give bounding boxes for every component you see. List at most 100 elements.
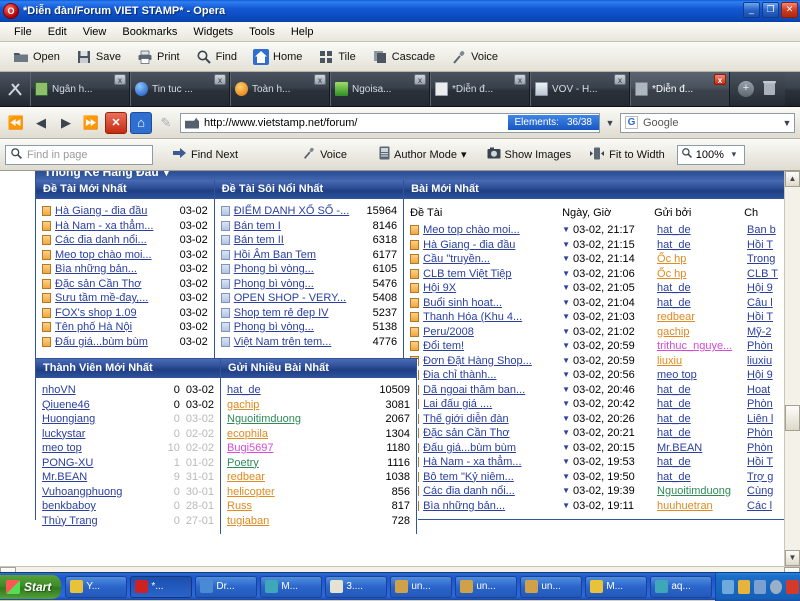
tab-tools-icon[interactable] [0, 72, 30, 106]
list-item[interactable]: Tên phố Hà Nội03-02 [42, 320, 208, 335]
voice-button[interactable]: Voice [296, 143, 353, 166]
expand-arrow-icon[interactable]: ▼ [562, 354, 570, 369]
table-row[interactable]: Hà Giang - đia đầu▼03-02, 21:15hat_deHồi… [410, 238, 778, 253]
post-author-link[interactable]: Ốc hp [657, 267, 747, 282]
expand-arrow-icon[interactable]: ▼ [562, 325, 570, 340]
scroll-thumb[interactable] [785, 405, 800, 431]
post-forum-link[interactable]: Hoat [747, 383, 770, 398]
cascade-button[interactable]: Cascade [365, 46, 442, 68]
topic-link[interactable]: Hà Nam - xa thẳm... [55, 219, 153, 234]
post-topic-link[interactable]: Cầu "truyền... [423, 252, 562, 267]
expand-arrow-icon[interactable]: ▼ [562, 238, 570, 253]
post-author-link[interactable]: hat_de [657, 296, 747, 311]
list-item[interactable]: Mr.BEAN931-01 [42, 470, 214, 485]
taskbar-button[interactable]: un... [390, 576, 452, 598]
expand-arrow-icon[interactable]: ▼ [562, 223, 570, 238]
open-button[interactable]: Open [6, 46, 67, 68]
tab-close-icon[interactable]: x [314, 74, 326, 85]
taskbar-button[interactable]: un... [455, 576, 517, 598]
table-row[interactable]: Đấu giá...bùm bùm▼03-02, 20:15Mr.BEANPhò… [410, 441, 778, 456]
post-topic-link[interactable]: Hà Giang - đia đầu [423, 238, 562, 253]
taskbar-button[interactable]: un... [520, 576, 582, 598]
maximize-button[interactable]: ❐ [762, 2, 779, 18]
post-forum-link[interactable]: Cùng [747, 484, 773, 499]
table-row[interactable]: Các đia danh nổi...▼03-02, 19:39Nguoitim… [410, 484, 778, 499]
list-item[interactable]: Nguoitimduong2067 [227, 412, 410, 427]
expand-arrow-icon[interactable]: ▼ [562, 383, 570, 398]
list-item[interactable]: Bìa những bản...03-02 [42, 262, 208, 277]
topic-link[interactable]: Bìa những bản... [55, 262, 137, 277]
expand-arrow-icon[interactable]: ▼ [562, 267, 570, 282]
expand-arrow-icon[interactable]: ▼ [562, 426, 570, 441]
list-item[interactable]: Meo top chào moi...03-02 [42, 248, 208, 263]
forward-button[interactable]: ▶ [55, 112, 77, 134]
poster-link[interactable]: Poetry [227, 456, 259, 471]
table-row[interactable]: Buổi sinh hoat...▼03-02, 21:04hat_deCâu … [410, 296, 778, 311]
expand-arrow-icon[interactable]: ▼ [562, 455, 570, 470]
post-author-link[interactable]: hat_de [657, 238, 747, 253]
poster-link[interactable]: Nguoitimduong [227, 412, 301, 427]
topic-link[interactable]: Sưu tầm mề-đay,... [55, 291, 148, 306]
post-forum-link[interactable]: Phòn [747, 426, 773, 441]
taskbar-button[interactable]: *... [130, 576, 192, 598]
topic-link[interactable]: ĐIỂM DANH XỔ SỐ -... [234, 204, 350, 219]
post-forum-link[interactable]: Phòn [747, 441, 773, 456]
post-author-link[interactable]: hat_de [657, 412, 747, 427]
list-item[interactable]: Đặc sản Cần Thơ03-02 [42, 277, 208, 292]
topic-link[interactable]: FOX's shop 1.09 [55, 306, 137, 321]
post-author-link[interactable]: meo top [657, 368, 747, 383]
post-author-link[interactable]: hat_de [657, 470, 747, 485]
page-vertical-scrollbar[interactable]: ▲ ▼ [784, 171, 800, 566]
network-icon[interactable] [722, 580, 734, 594]
trash-icon[interactable] [762, 79, 777, 99]
list-item[interactable]: Phong bì vòng...5138 [221, 320, 397, 335]
post-author-link[interactable]: hat_de [657, 383, 747, 398]
list-item[interactable]: redbear1038 [227, 470, 410, 485]
table-row[interactable]: Cầu "truyền...▼03-02, 21:14Ốc hpTrong [410, 252, 778, 267]
stop-button[interactable]: ✕ [105, 112, 127, 134]
post-forum-link[interactable]: Phòn [747, 397, 773, 412]
post-author-link[interactable]: liuxiu [657, 354, 747, 369]
list-item[interactable]: benkbaboy028-01 [42, 499, 214, 514]
member-link[interactable]: PONG-XU [42, 456, 93, 471]
post-topic-link[interactable]: Đổi tem! [423, 339, 562, 354]
topic-link[interactable]: Phong bì vòng... [234, 320, 314, 335]
list-item[interactable]: Thùy Trang027-01 [42, 514, 214, 529]
start-button[interactable]: Start [0, 575, 61, 599]
expand-arrow-icon[interactable]: ▼ [562, 281, 570, 296]
topic-link[interactable]: Bán tem II [234, 233, 284, 248]
close-button[interactable]: ✕ [781, 2, 798, 18]
post-topic-link[interactable]: Thanh Hóa (Khu 4... [423, 310, 562, 325]
post-author-link[interactable]: Mr.BEAN [657, 441, 747, 456]
menu-item-edit[interactable]: Edit [40, 24, 75, 40]
member-link[interactable]: nhoVN [42, 383, 76, 398]
table-row[interactable]: Dã ngoai thăm ban...▼03-02, 20:46hat_deH… [410, 383, 778, 398]
list-item[interactable]: gachip3081 [227, 398, 410, 413]
list-item[interactable]: nhoVN003-02 [42, 383, 214, 398]
edit-icon[interactable]: ✎ [155, 112, 177, 134]
post-topic-link[interactable]: Các đia danh nổi... [423, 484, 562, 499]
scroll-up-button[interactable]: ▲ [785, 171, 800, 187]
post-forum-link[interactable]: Hồi T [747, 310, 773, 325]
post-topic-link[interactable]: Đặc sản Cần Thơ [423, 426, 562, 441]
post-author-link[interactable]: hat_de [657, 223, 747, 238]
topic-link[interactable]: OPEN SHOP - VERY... [234, 291, 347, 306]
post-forum-link[interactable]: Trong [747, 252, 775, 267]
topic-link[interactable]: Phong bì vòng... [234, 262, 314, 277]
post-author-link[interactable]: huuhuetran [657, 499, 747, 514]
list-item[interactable]: Russ817 [227, 499, 410, 514]
tab-2[interactable]: Toàn h... x [230, 72, 330, 106]
url-dropdown-icon[interactable]: ▼ [603, 118, 617, 128]
table-row[interactable]: Meo top chào moi...▼03-02, 21:17hat_deBa… [410, 223, 778, 238]
tab-close-icon[interactable]: x [114, 74, 126, 85]
post-forum-link[interactable]: liuxiu [747, 354, 772, 369]
post-forum-link[interactable]: Hội 9 [747, 281, 773, 296]
list-item[interactable]: hat_de10509 [227, 383, 410, 398]
home-button[interactable]: Home [246, 46, 309, 68]
list-item[interactable]: Hồi Âm Ban Tem6177 [221, 248, 397, 263]
list-item[interactable]: Bán tem I8146 [221, 219, 397, 234]
member-link[interactable]: Qiuene46 [42, 398, 90, 413]
taskbar-button[interactable]: Dr... [195, 576, 257, 598]
list-item[interactable]: OPEN SHOP - VERY...5408 [221, 291, 397, 306]
post-forum-link[interactable]: Các l [747, 499, 772, 514]
